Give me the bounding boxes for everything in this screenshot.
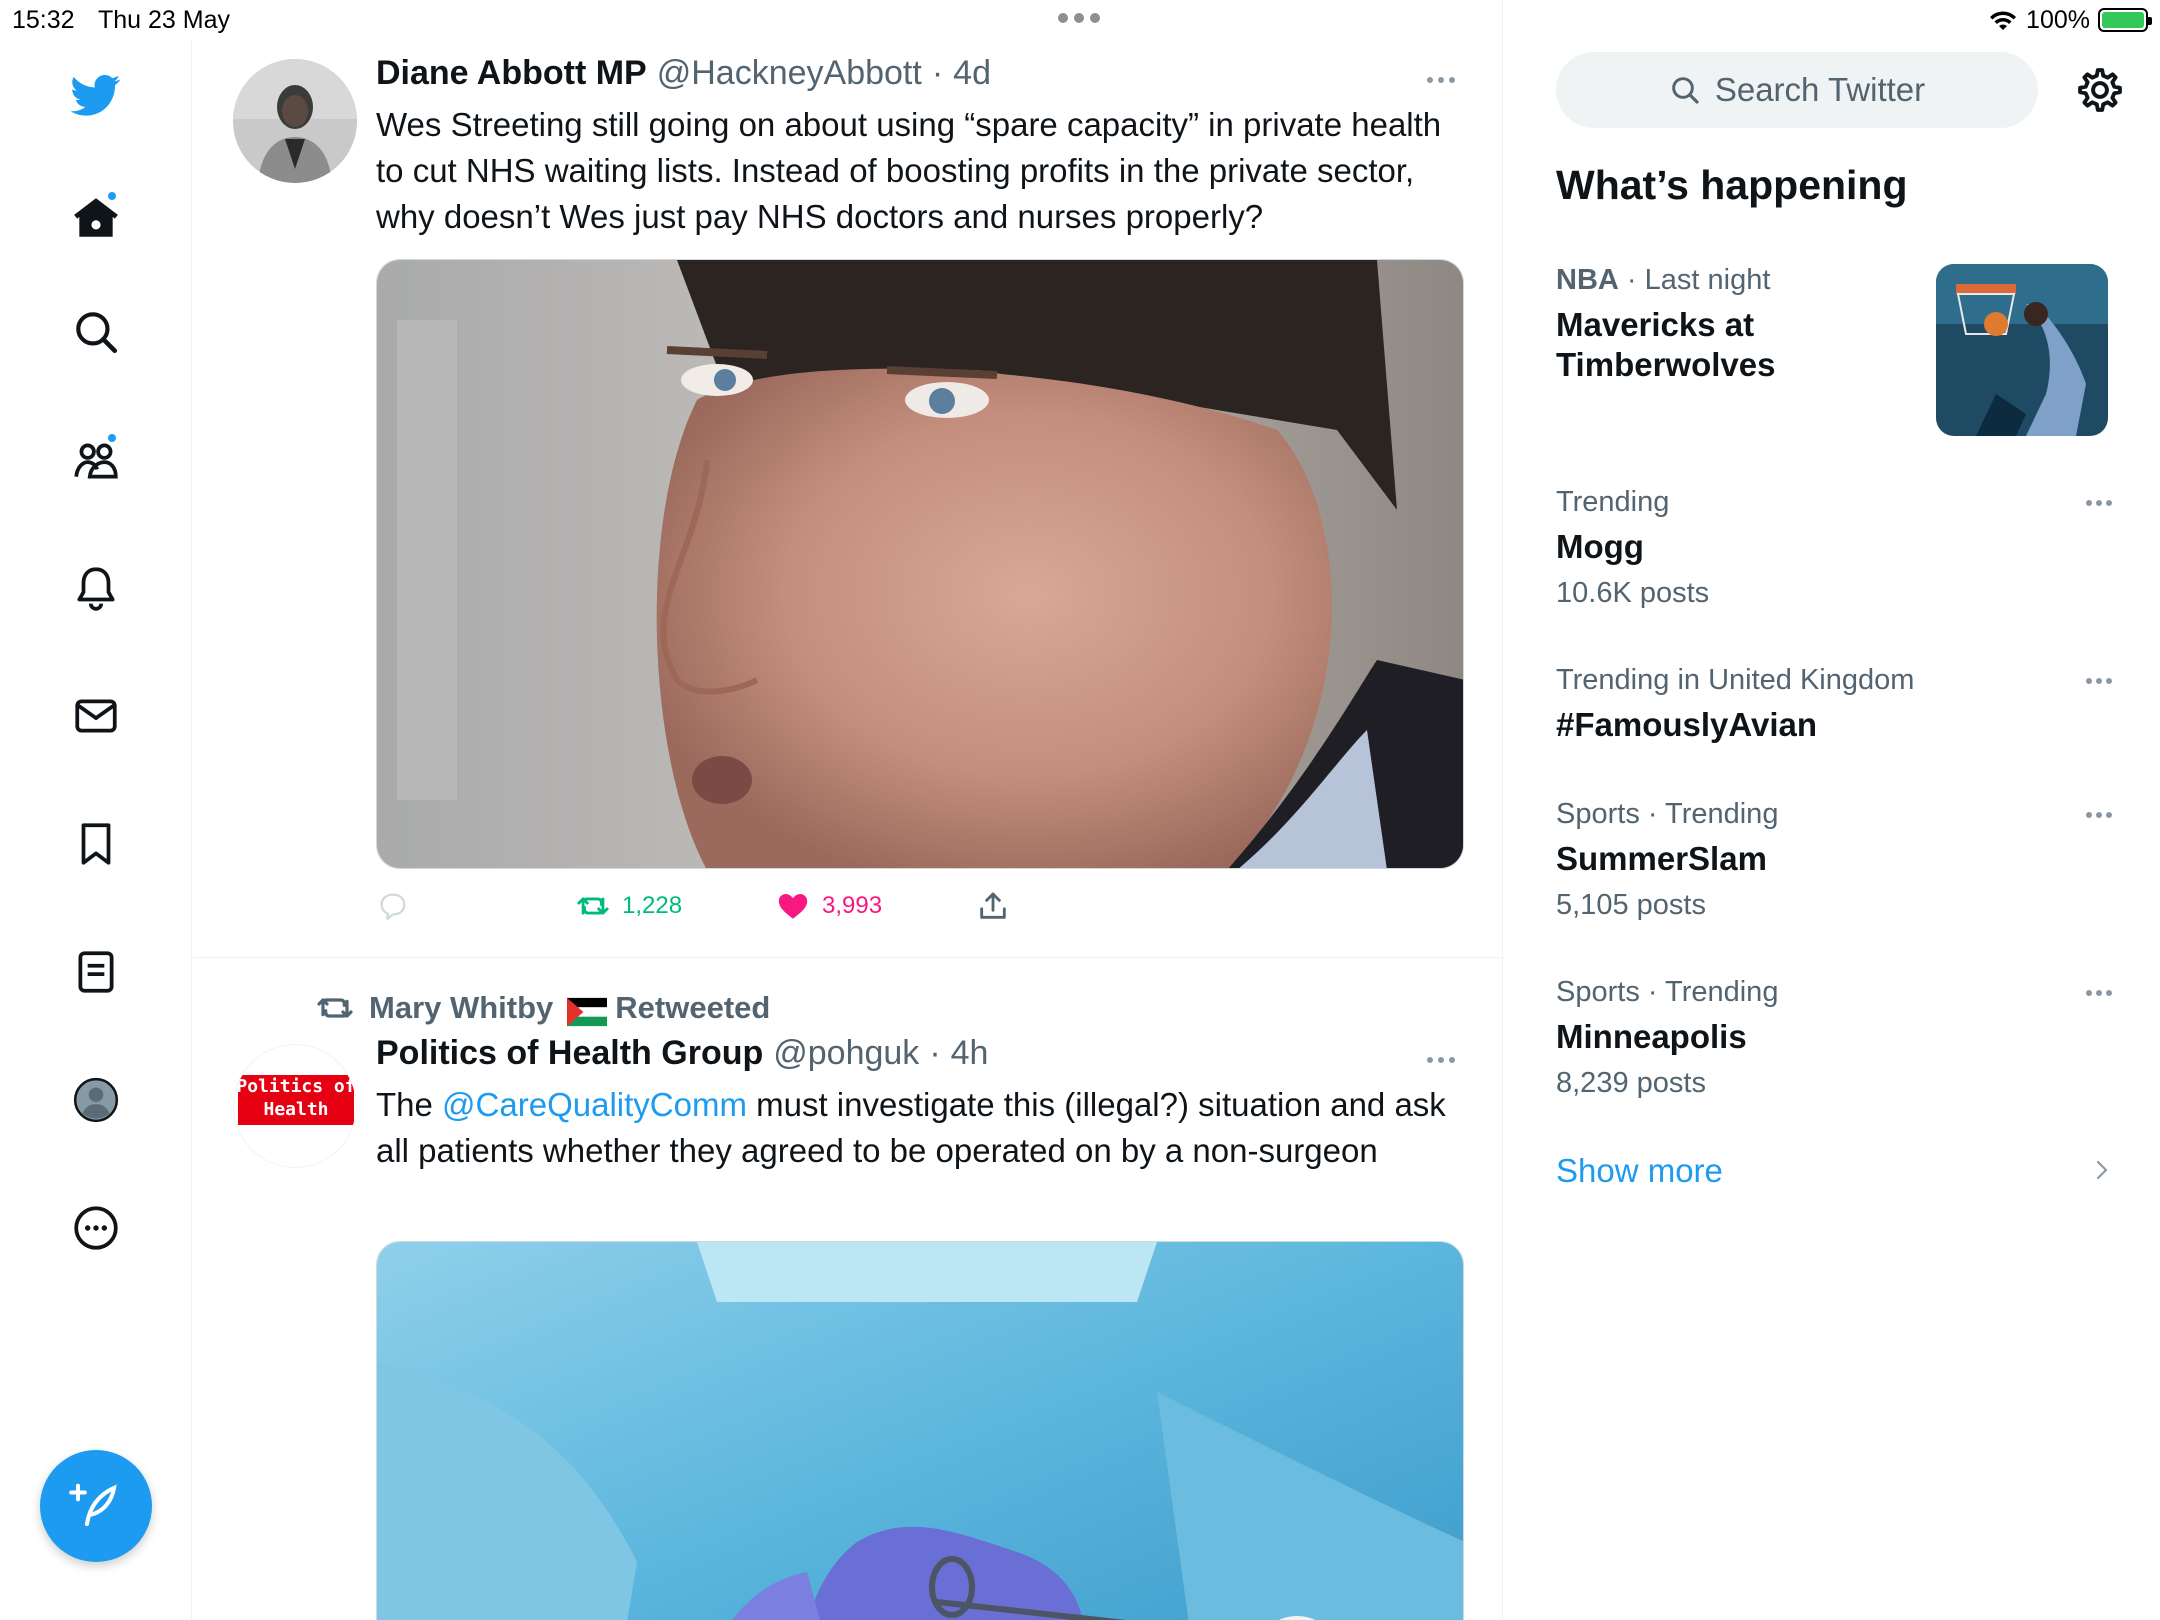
trend-item[interactable]: Trending Mogg 10.6K posts — [1556, 486, 2116, 610]
tweet-more-icon[interactable] — [1427, 70, 1463, 90]
trend-more-icon[interactable] — [2086, 812, 2116, 822]
tweet-actions: 1,228 3,993 — [376, 886, 1276, 926]
retweeted-by-name[interactable]: Mary Whitby — [369, 990, 553, 1026]
trend-count: 5,105 posts — [1556, 889, 1706, 921]
share-icon — [980, 892, 1006, 919]
whats-happening-title: What’s happening — [1556, 162, 1908, 208]
tweet-time[interactable]: 4d — [953, 54, 991, 93]
trend-item[interactable]: Trending in United Kingdom #FamouslyAvia… — [1556, 664, 2116, 745]
tweet-header: Diane Abbott MP @HackneyAbbott · 4d — [376, 54, 991, 93]
tweet-image[interactable] — [376, 1241, 1464, 1620]
home-icon[interactable] — [66, 188, 126, 248]
retweet-count: 1,228 — [622, 892, 683, 919]
status-time: 15:32 — [12, 6, 75, 34]
heart-icon — [778, 893, 808, 919]
tweet[interactable]: Diane Abbott MP @HackneyAbbott · 4d Wes … — [193, 50, 1502, 958]
trend-item[interactable]: Sports · Trending Minneapolis 8,239 post… — [1556, 976, 2116, 1100]
trend-thumbnail-image[interactable] — [1936, 264, 2108, 436]
notifications-bell-icon[interactable] — [66, 558, 126, 618]
tweet-header: Politics of Health Group @pohguk · 4h — [376, 1034, 988, 1073]
trend-name: #FamouslyAvian — [1556, 706, 1818, 743]
trend-meta: NBA · Last night — [1556, 264, 1936, 297]
trend-item[interactable]: Sports · Trending SummerSlam 5,105 posts — [1556, 798, 2116, 922]
trend-category: Trending in United Kingdom — [1556, 664, 1915, 696]
retweet-button[interactable]: 1,228 — [576, 886, 682, 926]
tweet[interactable]: Mary Whitby Retweeted Politics of Health… — [193, 960, 1502, 1620]
communities-icon[interactable] — [66, 430, 126, 490]
search-placeholder: Search Twitter — [1714, 71, 1926, 108]
gear-icon[interactable] — [2074, 64, 2126, 116]
trend-name: Mavericks at Timberwolves — [1556, 306, 1776, 383]
feather-plus-icon — [69, 1483, 117, 1527]
compose-tweet-button[interactable] — [40, 1450, 152, 1562]
show-more-link[interactable]: Show more — [1556, 1152, 2112, 1190]
timeline: Diane Abbott MP @HackneyAbbott · 4d Wes … — [193, 0, 1503, 1620]
retweeted-label: Retweeted — [615, 990, 771, 1025]
trend-category: Trending — [1556, 486, 1670, 518]
trend-count: 8,239 posts — [1556, 1067, 1706, 1099]
tweet-text-before: The — [376, 1086, 443, 1123]
trend-name: SummerSlam — [1556, 840, 1767, 877]
separator: · — [929, 1034, 941, 1072]
separator: · — [931, 54, 944, 92]
trend-category: Sports · Trending — [1556, 798, 1779, 830]
trend-category: NBA — [1556, 264, 1619, 296]
tweet-image[interactable] — [376, 259, 1464, 869]
left-nav — [0, 40, 192, 1620]
tweet-text: Wes Streeting still going on about using… — [376, 106, 1442, 235]
search-icon[interactable] — [66, 302, 126, 362]
bookmarks-icon[interactable] — [66, 814, 126, 874]
share-button[interactable] — [976, 886, 1010, 926]
retweet-icon — [577, 897, 609, 915]
trend-name: Minneapolis — [1556, 1018, 1747, 1055]
trend-more-icon[interactable] — [2086, 990, 2116, 1000]
search-icon — [1672, 77, 1699, 104]
trend-more-icon[interactable] — [2086, 678, 2116, 688]
tweet-more-icon[interactable] — [1427, 1050, 1463, 1070]
reply-button[interactable] — [376, 886, 410, 926]
avatar[interactable]: Politics of Health Group — [233, 1044, 357, 1168]
trend-item[interactable]: NBA · Last night Mavericks at Timberwolv… — [1556, 264, 1936, 385]
right-sidebar: Search Twitter What’s happening NBA · La… — [1504, 0, 2160, 1620]
like-count: 3,993 — [822, 892, 883, 919]
profile-avatar-icon[interactable] — [66, 1070, 126, 1130]
trend-count: 10.6K posts — [1556, 577, 1710, 609]
tweet-author-handle[interactable]: @HackneyAbbott — [657, 54, 922, 93]
palestine-flag-icon — [567, 996, 608, 1027]
messages-envelope-icon[interactable] — [66, 686, 126, 746]
avatar-text-line2: Health Group — [263, 1099, 329, 1143]
show-more-label: Show more — [1556, 1152, 1723, 1189]
avatar-text-line1: Politics of — [236, 1076, 356, 1097]
retweet-icon — [317, 998, 353, 1018]
more-options-icon[interactable] — [66, 1198, 126, 1258]
tweet-author-name[interactable]: Diane Abbott MP — [376, 54, 647, 93]
lists-icon[interactable] — [66, 942, 126, 1002]
avatar[interactable] — [233, 59, 357, 183]
trend-more-icon[interactable] — [2086, 500, 2116, 510]
chevron-right-icon — [2096, 1160, 2108, 1180]
tweet-author-handle[interactable]: @pohguk — [773, 1034, 919, 1073]
tweet-author-name[interactable]: Politics of Health Group — [376, 1034, 763, 1073]
trend-category: Sports · Trending — [1556, 976, 1779, 1008]
trend-context: Last night — [1644, 264, 1771, 296]
reply-icon — [380, 893, 406, 920]
mention-link[interactable]: @CareQualityComm — [442, 1086, 747, 1123]
tweet-time[interactable]: 4h — [951, 1034, 989, 1073]
retweeted-by-bar: Mary Whitby Retweeted — [315, 990, 771, 1027]
trend-name: Mogg — [1556, 528, 1644, 565]
trend-sep: · — [1626, 264, 1637, 296]
twitter-logo-icon[interactable] — [66, 65, 126, 125]
like-button[interactable]: 3,993 — [776, 886, 882, 926]
tweet-text: The @CareQualityComm must investigate th… — [376, 1082, 1466, 1174]
search-input[interactable]: Search Twitter — [1556, 52, 2038, 128]
